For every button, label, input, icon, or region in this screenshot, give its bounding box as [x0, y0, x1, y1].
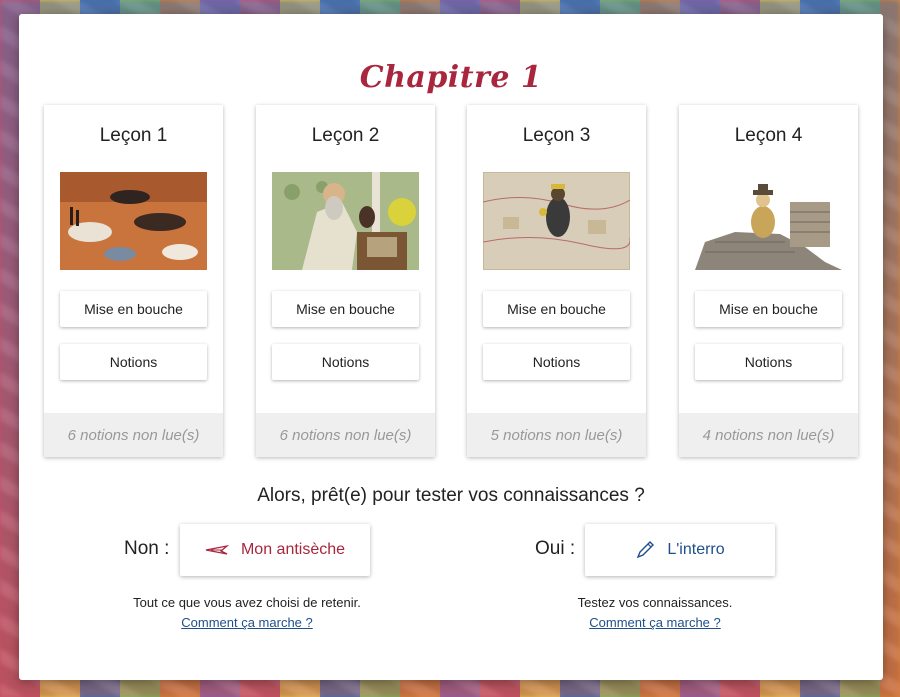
- cave-painting-image[interactable]: [60, 172, 207, 270]
- scholar-illustration-image[interactable]: [272, 172, 419, 270]
- unread-count: 6 notions non lue(s): [44, 413, 223, 457]
- medieval-map-image[interactable]: [483, 172, 630, 270]
- lesson-title[interactable]: Leçon 4: [679, 125, 858, 147]
- unread-count: 4 notions non lue(s): [679, 413, 858, 457]
- mise-en-bouche-button[interactable]: Mise en bouche: [695, 291, 842, 327]
- lesson-title[interactable]: Leçon 3: [467, 125, 646, 147]
- lesson-card-2: Leçon 2 Mise en bouche Notions 6 notions…: [256, 105, 435, 457]
- yes-label: Oui :: [535, 538, 576, 559]
- quiz-caption: Testez vos connaissances.: [577, 595, 733, 610]
- no-label: Non :: [124, 538, 170, 559]
- lesson-title[interactable]: Leçon 2: [256, 125, 435, 147]
- mise-en-bouche-button[interactable]: Mise en bouche: [483, 291, 630, 327]
- chapter-panel: Chapitre 1 Leçon 1 Mise en bouche Notion…: [19, 14, 883, 680]
- quiz-question: Alors, prêt(e) pour tester vos connaissa…: [257, 485, 645, 506]
- cheat-sheet-button[interactable]: Mon antisèche: [180, 524, 370, 576]
- explorer-ruins-image[interactable]: [695, 172, 842, 270]
- mise-en-bouche-button[interactable]: Mise en bouche: [60, 291, 207, 327]
- notions-button[interactable]: Notions: [60, 344, 207, 380]
- pencil-icon: [635, 540, 655, 560]
- notions-button[interactable]: Notions: [272, 344, 419, 380]
- chapter-title: Chapitre 1: [359, 60, 543, 95]
- unread-count: 6 notions non lue(s): [256, 413, 435, 457]
- lesson-title[interactable]: Leçon 1: [44, 125, 223, 147]
- cheat-sheet-caption: Tout ce que vous avez choisi de retenir.: [133, 595, 361, 610]
- lesson-card-3: Leçon 3 Mise en bouche Notions 5 notions…: [467, 105, 646, 457]
- notions-button[interactable]: Notions: [483, 344, 630, 380]
- notions-button[interactable]: Notions: [695, 344, 842, 380]
- lesson-card-1: Leçon 1 Mise en bouche Notions 6 notions…: [44, 105, 223, 457]
- unread-count: 5 notions non lue(s): [467, 413, 646, 457]
- quiz-button[interactable]: L'interro: [585, 524, 775, 576]
- cheat-sheet-help-link[interactable]: Comment ça marche ?: [97, 615, 397, 630]
- lesson-card-4: Leçon 4 Mise en bouche Notions 4 notions…: [679, 105, 858, 457]
- mise-en-bouche-button[interactable]: Mise en bouche: [272, 291, 419, 327]
- cheat-sheet-label: Mon antisèche: [240, 541, 346, 558]
- feather-pen-icon: [205, 544, 229, 556]
- quiz-label: L'interro: [667, 541, 725, 558]
- quiz-help-link[interactable]: Comment ça marche ?: [505, 615, 805, 630]
